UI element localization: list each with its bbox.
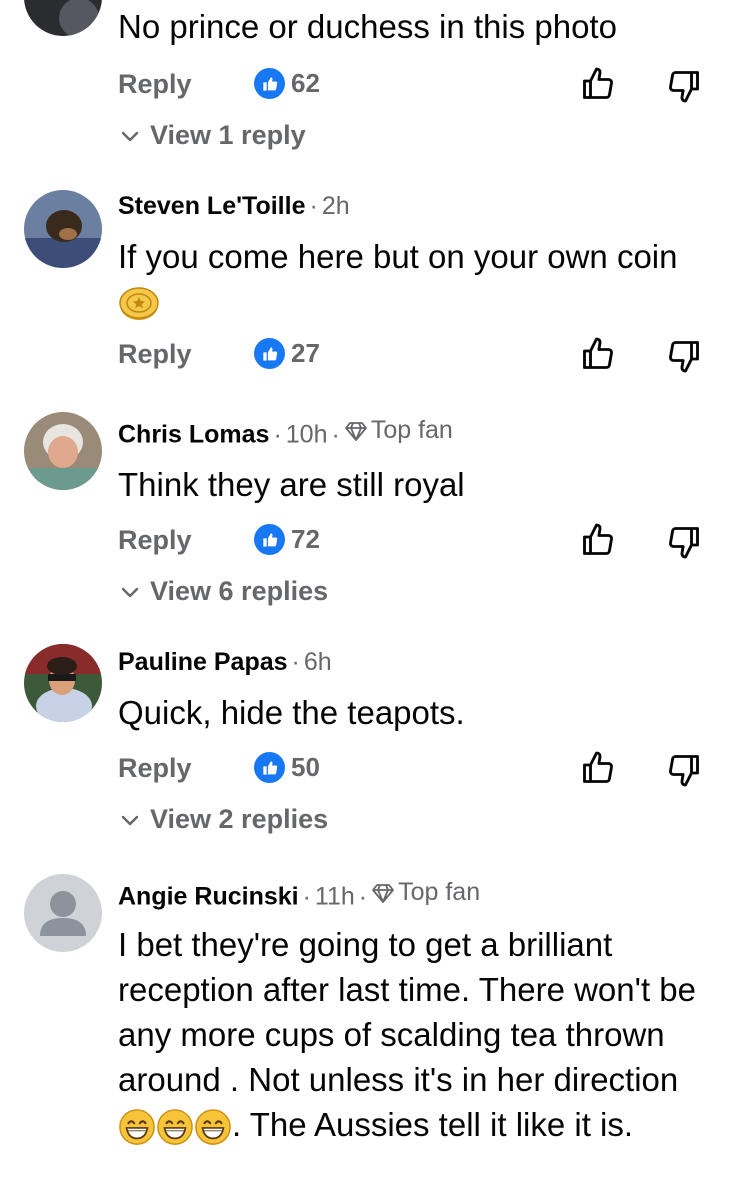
- avatar[interactable]: [24, 412, 102, 490]
- avatar[interactable]: [24, 874, 102, 952]
- comment-text-part2: . The Aussies tell it like it is.: [232, 1106, 634, 1143]
- like-count-value: 72: [291, 524, 320, 554]
- like-count-value: 27: [291, 338, 320, 368]
- reply-button[interactable]: Reply: [118, 748, 192, 788]
- author-line: Angie Rucinski · 11h · Top fan: [118, 878, 481, 911]
- author-name[interactable]: Chris Lomas: [118, 421, 269, 449]
- thumbs-up-icon: [254, 338, 285, 369]
- author-line: Pauline Papas · 6h: [118, 648, 332, 676]
- thumbs-up-icon: [254, 68, 285, 99]
- author-name[interactable]: Pauline Papas: [118, 648, 288, 676]
- comment-text: Think they are still royal: [118, 466, 465, 503]
- grinning-emoji: [156, 1108, 194, 1146]
- like-count[interactable]: 62: [254, 68, 320, 99]
- thumb-up-outline-icon[interactable]: [580, 748, 616, 788]
- comment-time[interactable]: 2h: [322, 192, 350, 220]
- author-name[interactable]: Angie Rucinski: [118, 883, 299, 911]
- comment-text-part1: I bet they're going to get a brilliant r…: [118, 926, 696, 1098]
- grinning-emoji: [118, 1108, 156, 1146]
- comment-text: No prince or duchess in this photo: [118, 8, 617, 45]
- comment-time[interactable]: 10h: [286, 421, 328, 449]
- view-replies-label: View 6 replies: [150, 576, 329, 606]
- thumbs-up-icon: [254, 524, 285, 555]
- avatar[interactable]: [24, 190, 102, 268]
- reply-button[interactable]: Reply: [118, 334, 192, 374]
- top-fan-label: Top fan: [398, 878, 481, 906]
- view-replies-label: View 1 reply: [150, 120, 306, 150]
- diamond-icon: [371, 881, 395, 905]
- thumbs-up-icon: [254, 752, 285, 783]
- comment-time[interactable]: 11h: [315, 883, 355, 911]
- like-count-value: 62: [291, 68, 320, 98]
- comment-actions: Reply 50: [118, 748, 732, 788]
- thumb-down-outline-icon[interactable]: [666, 336, 702, 376]
- thumb-down-outline-icon[interactable]: [666, 750, 702, 790]
- comment-text: Quick, hide the teapots.: [118, 694, 465, 731]
- default-avatar-icon: [40, 891, 86, 936]
- view-replies-label: View 2 replies: [150, 804, 329, 834]
- comment-text-body: If you come here but on your own coin: [118, 238, 678, 275]
- like-count[interactable]: 27: [254, 338, 320, 369]
- author-name[interactable]: Steven Le'Toille: [118, 192, 305, 220]
- thumb-up-outline-icon[interactable]: [580, 520, 616, 560]
- view-replies-link[interactable]: View 1 reply: [118, 120, 306, 151]
- thumb-up-outline-icon[interactable]: [580, 334, 616, 374]
- grinning-emoji: [194, 1108, 232, 1146]
- view-replies-link[interactable]: View 6 replies: [118, 576, 328, 607]
- comment-text: If you come here but on your own coin: [118, 234, 678, 324]
- author-line: Chris Lomas · 10h · Top fan: [118, 416, 453, 449]
- view-replies-link[interactable]: View 2 replies: [118, 804, 328, 835]
- reply-button[interactable]: Reply: [118, 64, 192, 104]
- comment-text: I bet they're going to get a brilliant r…: [118, 922, 718, 1147]
- comment-time[interactable]: 6h: [304, 648, 332, 676]
- chevron-down-icon: [118, 580, 142, 604]
- diamond-icon: [344, 419, 368, 443]
- like-count[interactable]: 50: [254, 752, 320, 783]
- author-line: Steven Le'Toille · 2h: [118, 192, 350, 220]
- coin-emoji: [119, 287, 159, 321]
- comment-actions: Reply 27: [118, 334, 732, 374]
- comment-actions: Reply 72: [118, 520, 732, 560]
- comment-actions: Reply 62: [118, 64, 732, 104]
- thumb-down-outline-icon[interactable]: [666, 522, 702, 562]
- top-fan-badge: Top fan: [371, 878, 480, 907]
- avatar[interactable]: [24, 0, 102, 36]
- top-fan-label: Top fan: [370, 416, 453, 444]
- thumb-down-outline-icon[interactable]: [666, 66, 702, 106]
- chevron-down-icon: [118, 124, 142, 148]
- thumb-up-outline-icon[interactable]: [580, 64, 616, 104]
- chevron-down-icon: [118, 808, 142, 832]
- like-count-value: 50: [291, 752, 320, 782]
- avatar[interactable]: [24, 644, 102, 722]
- top-fan-badge: Top fan: [344, 416, 453, 445]
- like-count[interactable]: 72: [254, 524, 320, 555]
- reply-button[interactable]: Reply: [118, 520, 192, 560]
